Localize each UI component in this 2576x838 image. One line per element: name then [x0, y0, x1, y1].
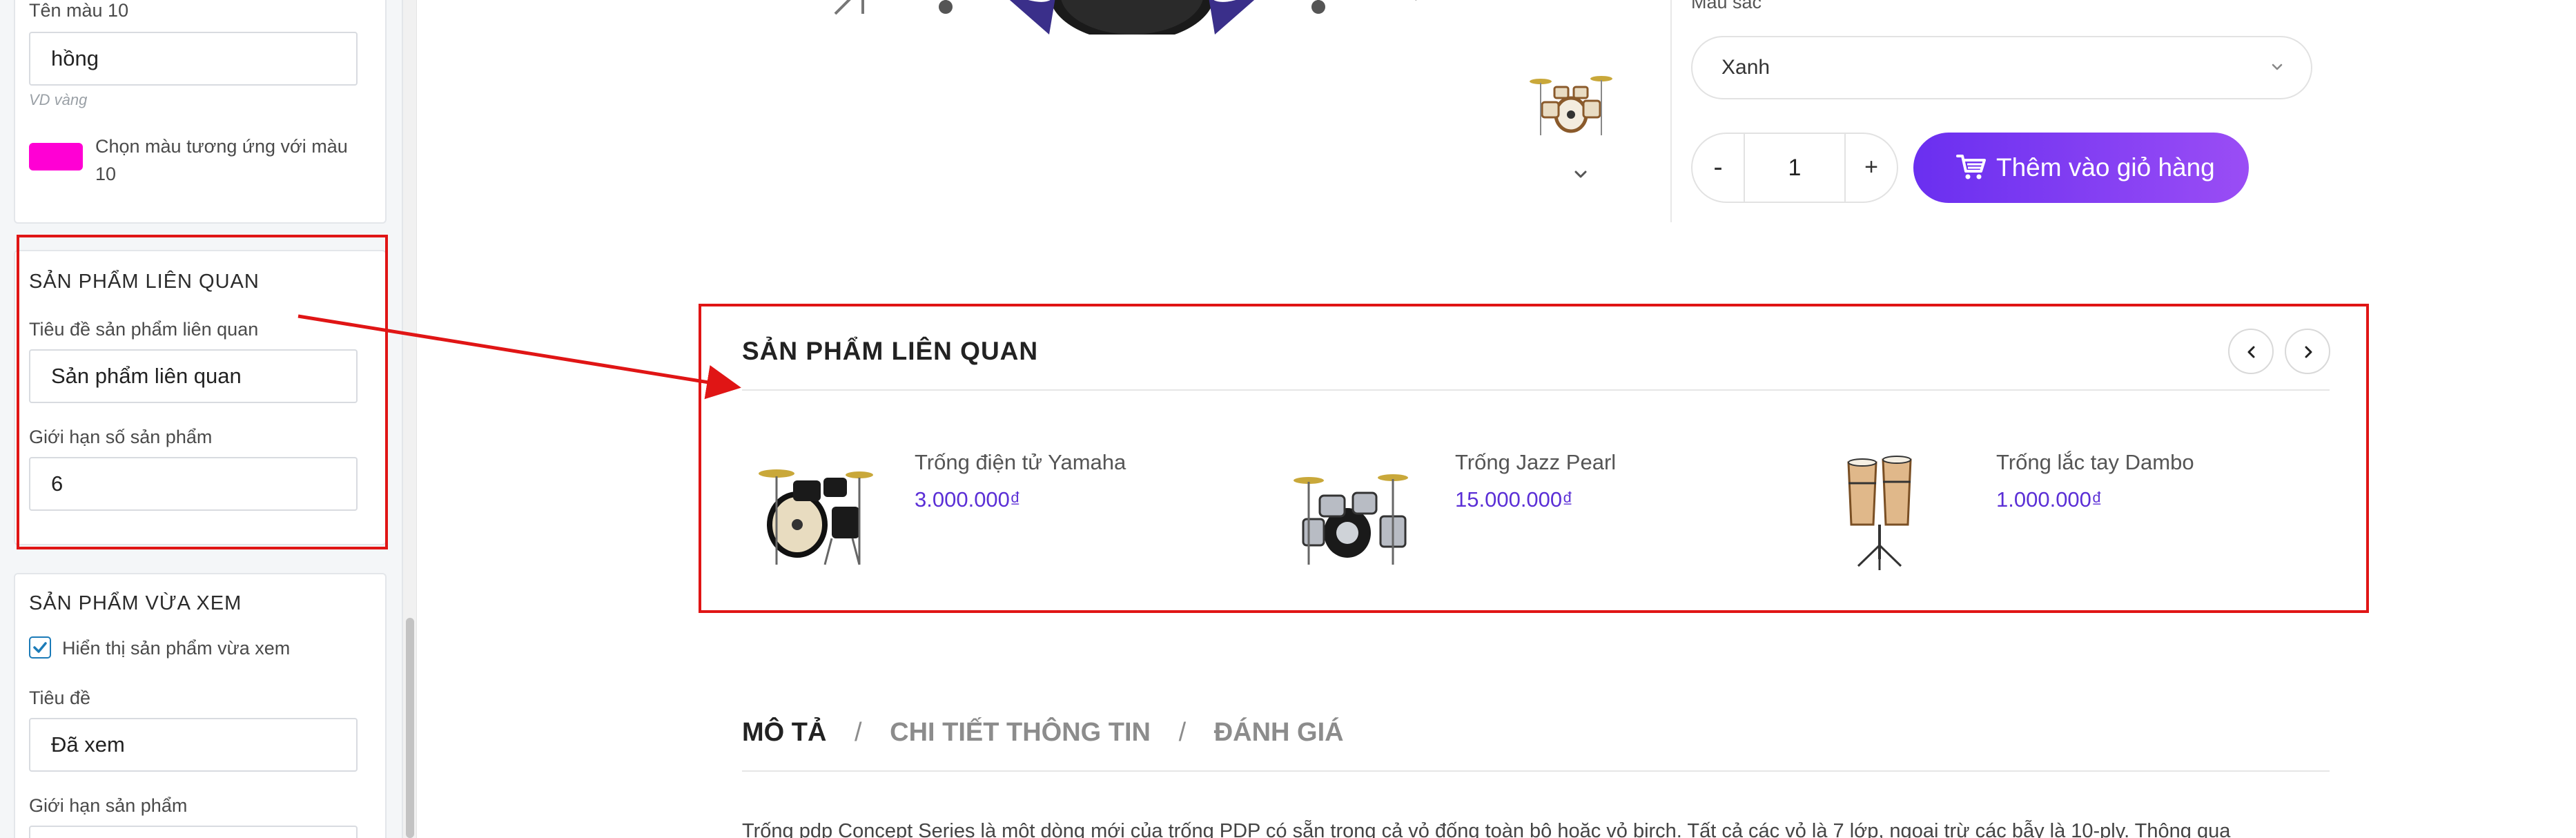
- add-to-cart-label: Thêm vào giỏ hàng: [1996, 153, 2215, 182]
- product-main-image: [834, 0, 1417, 35]
- color10-name-input[interactable]: hồng: [29, 32, 358, 86]
- product-name[interactable]: Trống điện tử Yamaha: [915, 450, 1126, 475]
- sidebar-scrollbar-thumb[interactable]: [406, 618, 414, 838]
- color10-swatch-label: Chọn màu tương ứng với màu 10: [95, 136, 348, 184]
- product-name[interactable]: Trống Jazz Pearl: [1455, 450, 1616, 475]
- tab-separator: /: [1178, 718, 1187, 747]
- recent-settings-title: SẢN PHẨM VỪA XEM: [29, 592, 242, 614]
- chevron-down-icon: [2272, 64, 2283, 70]
- chevron-down-icon[interactable]: [1572, 166, 1589, 182]
- product-price: 3.000.000₫: [915, 487, 1021, 511]
- cart-icon: [1956, 155, 1986, 179]
- related-prev-button[interactable]: [2228, 329, 2274, 374]
- related-product-card[interactable]: Trống điện tử Yamaha 3.000.000₫: [749, 442, 1232, 580]
- product-thumbnail[interactable]: [1527, 66, 1615, 142]
- color10-swatch[interactable]: [29, 143, 83, 170]
- product-price: 1.000.000₫: [1996, 487, 2102, 511]
- checkmark-icon: [33, 642, 47, 653]
- chevron-right-icon: [2305, 346, 2312, 358]
- tabs-divider: [742, 770, 2330, 772]
- chevron-left-icon: [2247, 346, 2255, 358]
- product-price: 15.000.000₫: [1455, 487, 1574, 511]
- related-title-input[interactable]: Sản phẩm liên quan: [29, 349, 358, 403]
- settings-sidebar: Tên màu 10 hồng VD vàng Chọn màu tương ứ…: [0, 0, 403, 838]
- show-recent-label: Hiển thị sản phẩm vừa xem: [62, 638, 291, 659]
- show-recent-checkbox[interactable]: [29, 636, 51, 659]
- quantity-input[interactable]: 1: [1746, 134, 1843, 202]
- quantity-decrease-button[interactable]: -: [1692, 134, 1745, 202]
- related-section-title: SẢN PHẨM LIÊN QUAN: [742, 337, 1039, 365]
- product-divider: [1670, 0, 1672, 222]
- product-description: Trống pdp Concept Series là một dòng mới…: [742, 820, 2231, 838]
- recent-title-label: Tiêu đề: [29, 688, 91, 708]
- quantity-increase-button[interactable]: +: [1844, 134, 1897, 202]
- add-to-cart-button[interactable]: Thêm vào giỏ hàng: [1913, 133, 2249, 203]
- product-name[interactable]: Trống lắc tay Dambo: [1996, 450, 2194, 475]
- product-tabs: MÔ TẢ / CHI TIẾT THÔNG TIN / ĐÁNH GIÁ: [742, 718, 1344, 752]
- color-select[interactable]: Xanh: [1691, 36, 2312, 99]
- sidebar-scrollbar[interactable]: [403, 0, 417, 838]
- product-image: [1294, 474, 1408, 565]
- related-product-card[interactable]: Trống Jazz Pearl 15.000.000₫: [1289, 442, 1773, 580]
- recent-title-input[interactable]: Đã xem: [29, 718, 358, 772]
- related-divider: [742, 389, 2330, 391]
- related-limit-label: Giới hạn số sản phẩm: [29, 427, 213, 447]
- recent-limit-label: Giới hạn sản phẩm: [29, 795, 188, 816]
- quantity-stepper: - 1 +: [1691, 133, 1898, 203]
- recent-limit-input[interactable]: [29, 826, 358, 838]
- related-product-card[interactable]: Trống lắc tay Dambo 1.000.000₫: [1831, 442, 2314, 580]
- product-image: [759, 469, 873, 565]
- color10-hint: VD vàng: [29, 91, 88, 108]
- tab-reviews[interactable]: ĐÁNH GIÁ: [1214, 718, 1344, 748]
- tab-description[interactable]: MÔ TẢ: [742, 718, 826, 748]
- color-label: Màu sắc: [1691, 0, 1762, 12]
- related-title-label: Tiêu đề sản phẩm liên quan: [29, 319, 259, 340]
- tab-details[interactable]: CHI TIẾT THÔNG TIN: [890, 718, 1151, 748]
- tab-separator: /: [855, 718, 862, 747]
- color10-label: Tên màu 10: [29, 0, 129, 21]
- related-next-button[interactable]: [2285, 329, 2330, 374]
- related-limit-input[interactable]: 6: [29, 457, 358, 511]
- related-settings-title: SẢN PHẨM LIÊN QUAN: [29, 271, 260, 293]
- color-select-value: Xanh: [1721, 56, 1770, 79]
- product-image: [1847, 456, 1912, 570]
